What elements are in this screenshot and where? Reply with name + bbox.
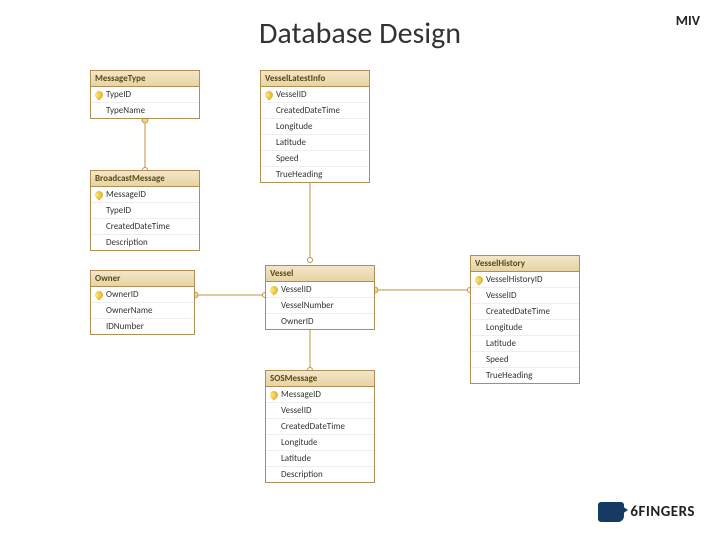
table-row: Longitude	[261, 119, 369, 135]
pk-icon	[93, 189, 104, 200]
table-message-type: MessageType TypeID TypeName	[90, 70, 200, 119]
table-row: IDNumber	[91, 319, 194, 334]
table-row: Description	[91, 235, 199, 250]
table-row: Latitude	[471, 336, 579, 352]
col-name: Longitude	[281, 437, 318, 448]
table-owner: Owner OwnerID OwnerName IDNumber	[90, 270, 195, 335]
brand-logo: 6FINGERS	[598, 502, 695, 522]
table-row: TypeID	[91, 203, 199, 219]
table-broadcast-message: BroadcastMessage MessageID TypeID Create…	[90, 170, 200, 251]
col-name: TypeID	[106, 205, 131, 216]
col-name: OwnerName	[106, 305, 153, 316]
table-vessel: Vessel VesselID VesselNumber OwnerID	[265, 265, 375, 330]
table-vessel-history: VesselHistory VesselHistoryID VesselID C…	[470, 255, 580, 384]
table-row: OwnerName	[91, 303, 194, 319]
table-row: TrueHeading	[261, 167, 369, 182]
col-name: MessageID	[106, 189, 146, 200]
col-name: CreatedDateTime	[486, 306, 550, 317]
pk-icon	[93, 89, 104, 100]
table-header: VesselLatestInfo	[261, 71, 369, 87]
brand-text: 6FINGERS	[630, 503, 695, 521]
table-row: VesselNumber	[266, 298, 374, 314]
table-row: CreatedDateTime	[266, 419, 374, 435]
table-row: VesselID	[266, 403, 374, 419]
col-name: Longitude	[276, 121, 313, 132]
col-name: TypeID	[106, 89, 131, 100]
table-row: TypeName	[91, 103, 199, 118]
col-name: Latitude	[486, 338, 516, 349]
col-name: Description	[106, 237, 148, 248]
hand-icon	[598, 502, 624, 522]
table-row: MessageID	[91, 187, 199, 203]
table-header: VesselHistory	[471, 256, 579, 272]
table-row: VesselID	[261, 87, 369, 103]
col-name: MessageID	[281, 389, 321, 400]
col-name: CreatedDateTime	[276, 105, 340, 116]
table-row: Description	[266, 467, 374, 482]
col-name: VesselID	[276, 89, 307, 100]
corner-label: MIV	[676, 12, 700, 29]
pk-icon	[268, 284, 279, 295]
table-row: Speed	[261, 151, 369, 167]
table-row: VesselID	[471, 288, 579, 304]
col-name: VesselID	[281, 284, 312, 295]
col-name: VesselID	[281, 405, 312, 416]
table-row: OwnerID	[266, 314, 374, 329]
col-name: Speed	[276, 153, 299, 164]
table-row: Longitude	[471, 320, 579, 336]
col-name: Latitude	[281, 453, 311, 464]
table-row: Latitude	[266, 451, 374, 467]
diagram-canvas: MessageType TypeID TypeName BroadcastMes…	[70, 70, 650, 530]
col-name: TrueHeading	[276, 169, 322, 180]
pk-icon	[473, 274, 484, 285]
pk-icon	[93, 289, 104, 300]
table-header: Vessel	[266, 266, 374, 282]
col-name: Description	[281, 469, 323, 480]
table-row: Speed	[471, 352, 579, 368]
pk-icon	[263, 89, 274, 100]
col-name: Speed	[486, 354, 509, 365]
table-sos-message: SOSMessage MessageID VesselID CreatedDat…	[265, 370, 375, 483]
col-name: VesselNumber	[281, 300, 334, 311]
col-name: TrueHeading	[486, 370, 532, 381]
table-row: CreatedDateTime	[471, 304, 579, 320]
col-name: Longitude	[486, 322, 523, 333]
col-name: CreatedDateTime	[106, 221, 170, 232]
col-name: IDNumber	[106, 321, 144, 332]
table-vessel-latest-info: VesselLatestInfo VesselID CreatedDateTim…	[260, 70, 370, 183]
col-name: Latitude	[276, 137, 306, 148]
table-row: MessageID	[266, 387, 374, 403]
col-name: TypeName	[106, 105, 145, 116]
table-header: Owner	[91, 271, 194, 287]
table-header: BroadcastMessage	[91, 171, 199, 187]
pk-icon	[268, 389, 279, 400]
col-name: OwnerID	[106, 289, 139, 300]
table-row: OwnerID	[91, 287, 194, 303]
col-name: VesselHistoryID	[486, 274, 543, 285]
page-title: Database Design	[0, 15, 720, 52]
table-row: Latitude	[261, 135, 369, 151]
table-row: CreatedDateTime	[261, 103, 369, 119]
col-name: VesselID	[486, 290, 517, 301]
table-row: TypeID	[91, 87, 199, 103]
table-header: SOSMessage	[266, 371, 374, 387]
table-row: VesselID	[266, 282, 374, 298]
table-row: CreatedDateTime	[91, 219, 199, 235]
table-row: TrueHeading	[471, 368, 579, 383]
table-row: Longitude	[266, 435, 374, 451]
table-header: MessageType	[91, 71, 199, 87]
col-name: CreatedDateTime	[281, 421, 345, 432]
table-row: VesselHistoryID	[471, 272, 579, 288]
col-name: OwnerID	[281, 316, 314, 327]
